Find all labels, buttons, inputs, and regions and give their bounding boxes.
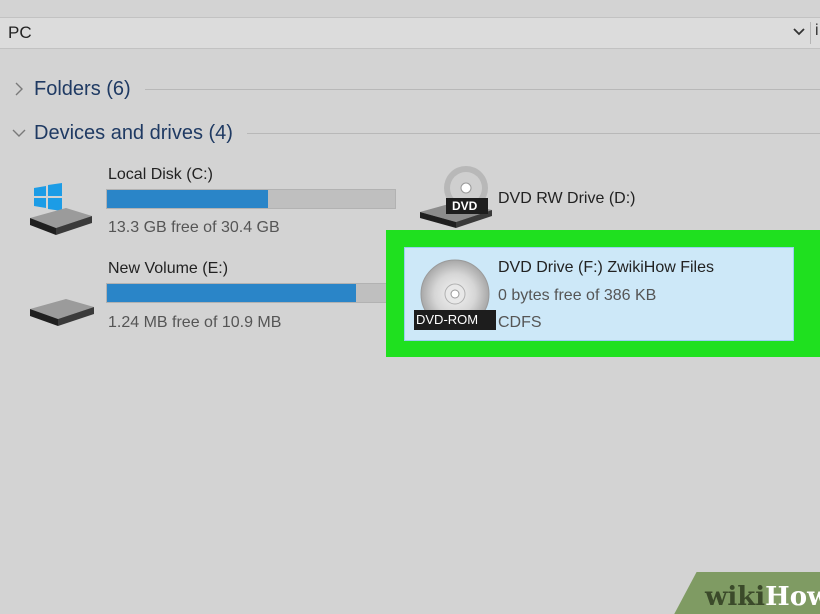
address-path[interactable]: PC [8,23,32,43]
usage-bar [106,283,388,303]
drive-tile-local-disk-c[interactable]: Local Disk (C:) 13.3 GB free of 30.4 GB [0,160,400,240]
watermark-part1: wiki [705,582,766,612]
group-divider [144,88,820,90]
drive-name: DVD RW Drive (D:) [498,190,636,207]
windows-hard-drive-icon [26,178,94,241]
drive-capacity: 0 bytes free of 386 KB [498,287,657,304]
drive-name: Local Disk (C:) [108,166,213,183]
dvd-rom-disc-icon [411,254,499,343]
drive-name: New Volume (E:) [108,260,229,277]
devices-group-header[interactable]: Devices and drives (4) [10,118,820,148]
folders-group-label: Folders (6) [34,77,131,100]
dvd-rom-badge: DVD-ROM [416,312,479,327]
drive-capacity: 13.3 GB free of 30.4 GB [108,219,280,236]
address-divider [810,22,811,44]
chevron-down-icon[interactable] [10,124,28,142]
drive-capacity: 1.24 MB free of 10.9 MB [108,314,282,331]
usage-bar-fill [107,284,357,302]
address-bar[interactable]: PC i [0,17,820,49]
hard-drive-icon [28,291,96,332]
drive-filesystem: CDFS [498,314,542,331]
drive-tile-new-volume-e[interactable]: New Volume (E:) 1.24 MB free of 10.9 MB [0,255,400,335]
file-explorer-window: PC i Folders (6) Devices and drives (4) [0,0,820,614]
toolbar-overflow[interactable]: i [815,22,819,40]
chevron-right-icon[interactable] [10,80,28,98]
drive-name: DVD Drive (F:) ZwikiHow Files [498,259,714,276]
dvd-badge: DVD [452,199,478,213]
drive-tile-dvd-rw-d[interactable]: DVD DVD RW Drive (D:) [410,160,790,230]
group-divider [246,132,820,134]
usage-bar [106,189,396,209]
usage-bar-fill [107,190,269,208]
chevron-down-icon[interactable] [790,21,808,43]
wikihow-watermark: wikiHow [705,582,820,612]
devices-group-label: Devices and drives (4) [34,121,233,144]
watermark-part2: How [765,582,820,612]
folders-group-header[interactable]: Folders (6) [10,74,820,104]
drive-tile-dvd-drive-f[interactable]: DVD-ROM DVD Drive (F:) ZwikiHow Files 0 … [404,247,794,341]
